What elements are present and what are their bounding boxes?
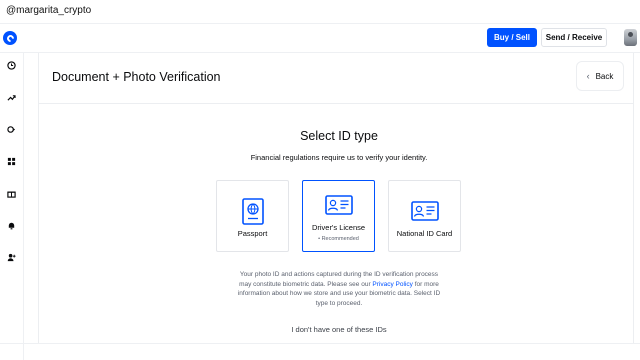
verification-card: Document + Photo Verification ‹ Back Sel… (38, 53, 634, 343)
trending-up-icon[interactable] (6, 92, 16, 102)
id-option-national-id[interactable]: National ID Card (388, 180, 461, 252)
username-watermark: @margarita_crypto (6, 5, 92, 16)
no-id-link[interactable]: I don't have one of these IDs (39, 325, 639, 334)
bottom-divider (0, 343, 640, 344)
privacy-policy-link[interactable]: Privacy Policy (372, 281, 412, 288)
buy-sell-button[interactable]: Buy / Sell (487, 28, 537, 47)
back-label: Back (595, 71, 614, 81)
id-option-passport[interactable]: Passport (216, 180, 289, 252)
coinbase-logo-icon[interactable] (3, 31, 17, 45)
option-label: National ID Card (396, 229, 453, 238)
clock-icon[interactable] (6, 60, 16, 70)
select-id-title: Select ID type (300, 129, 378, 143)
bell-icon[interactable] (6, 220, 16, 230)
arrows-swap-icon[interactable] (6, 124, 16, 134)
page-title: Document + Photo Verification (52, 70, 221, 84)
select-id-subtitle: Financial regulations require us to veri… (250, 153, 428, 162)
gift-icon[interactable] (6, 188, 16, 198)
chevron-left-icon: ‹ (586, 71, 590, 81)
passport-icon (217, 198, 288, 225)
biometric-disclaimer: Your photo ID and actions captured durin… (237, 270, 441, 308)
user-plus-icon[interactable] (6, 252, 16, 262)
back-button[interactable]: ‹ Back (576, 61, 624, 91)
option-label: Driver's License (311, 223, 366, 232)
grid-icon[interactable] (6, 156, 16, 166)
send-receive-button[interactable]: Send / Receive (541, 28, 607, 47)
national-id-icon (389, 201, 460, 221)
id-option-drivers-license[interactable]: Driver's License • Recommended (302, 180, 375, 252)
card-divider (39, 103, 633, 104)
avatar[interactable] (624, 29, 637, 46)
top-header: Buy / Sell Send / Receive (0, 24, 640, 52)
sidebar (0, 53, 24, 360)
option-label: Passport (237, 229, 268, 238)
recommended-badge: • Recommended (318, 236, 359, 242)
id-card-icon (303, 195, 374, 215)
